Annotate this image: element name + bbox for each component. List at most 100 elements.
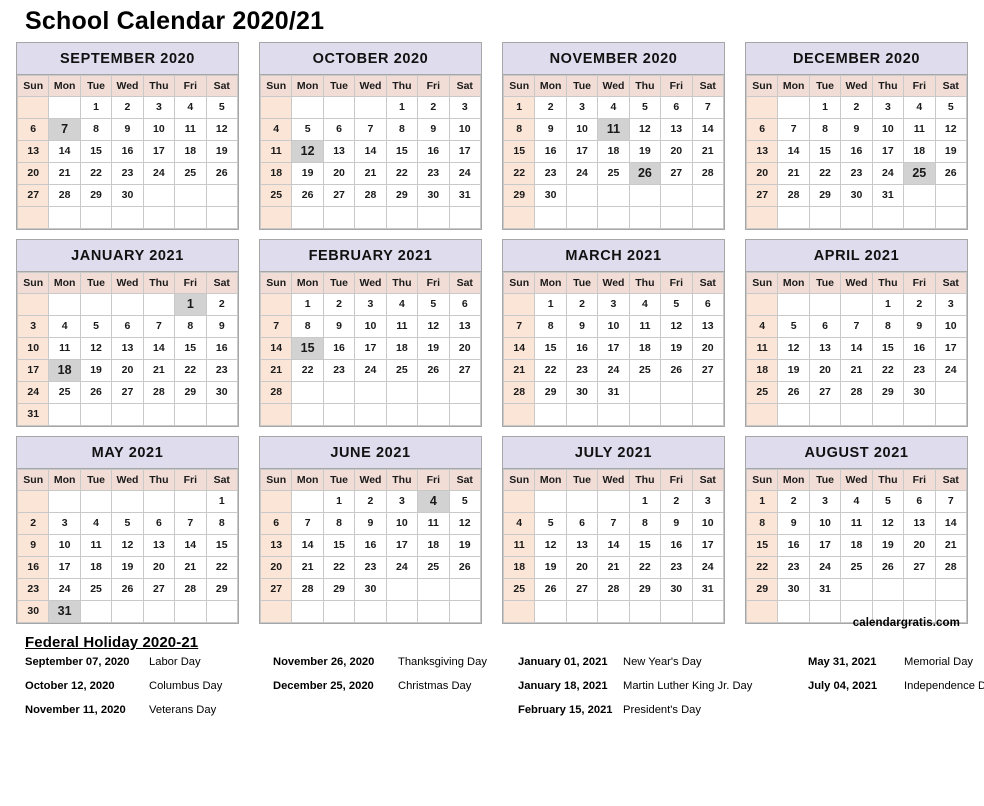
day-cell[interactable]: 25	[597, 161, 630, 185]
day-cell[interactable]: 14	[597, 533, 630, 557]
day-cell[interactable]: 21	[502, 358, 536, 382]
day-cell[interactable]: 29	[385, 183, 419, 207]
day-cell[interactable]: 24	[565, 161, 599, 185]
day-cell[interactable]: 22	[322, 555, 356, 579]
day-cell[interactable]: 1	[871, 292, 905, 316]
day-cell[interactable]: 14	[840, 336, 873, 360]
day-cell[interactable]: 30	[565, 380, 599, 404]
day-cell[interactable]: 11	[745, 336, 779, 360]
day-cell[interactable]: 25	[79, 577, 113, 601]
day-cell[interactable]: 15	[871, 336, 905, 360]
day-cell[interactable]: 29	[745, 577, 779, 601]
day-cell[interactable]: 12	[628, 117, 662, 141]
day-cell[interactable]: 5	[417, 292, 450, 316]
day-cell[interactable]: 12	[660, 314, 693, 338]
day-cell[interactable]: 24	[354, 358, 387, 382]
day-cell[interactable]: 7	[291, 511, 324, 535]
day-cell[interactable]: 23	[777, 555, 810, 579]
day-cell[interactable]: 20	[16, 161, 50, 185]
day-cell[interactable]: 23	[534, 161, 567, 185]
day-cell[interactable]: 9	[777, 511, 810, 535]
day-cell[interactable]: 10	[871, 117, 905, 141]
day-cell[interactable]: 16	[205, 336, 239, 360]
day-cell-holiday[interactable]: 11	[597, 117, 630, 141]
day-cell[interactable]: 7	[174, 511, 207, 535]
day-cell[interactable]: 11	[417, 511, 450, 535]
day-cell[interactable]: 26	[448, 555, 482, 579]
day-cell[interactable]: 18	[385, 336, 419, 360]
day-cell[interactable]: 26	[934, 161, 968, 185]
day-cell[interactable]: 22	[534, 358, 567, 382]
day-cell[interactable]: 22	[79, 161, 113, 185]
day-cell[interactable]: 23	[417, 161, 450, 185]
day-cell[interactable]: 29	[871, 380, 905, 404]
day-cell[interactable]: 30	[840, 183, 873, 207]
day-cell[interactable]: 28	[840, 380, 873, 404]
day-cell[interactable]: 6	[448, 292, 482, 316]
day-cell[interactable]: 9	[660, 511, 693, 535]
day-cell[interactable]: 18	[628, 336, 662, 360]
day-cell[interactable]: 7	[691, 95, 725, 119]
day-cell[interactable]: 15	[502, 139, 536, 163]
day-cell[interactable]: 17	[448, 139, 482, 163]
day-cell[interactable]: 27	[16, 183, 50, 207]
day-cell[interactable]: 9	[322, 314, 356, 338]
day-cell[interactable]: 8	[502, 117, 536, 141]
day-cell[interactable]: 22	[385, 161, 419, 185]
day-cell[interactable]: 15	[808, 139, 842, 163]
day-cell[interactable]: 13	[16, 139, 50, 163]
day-cell[interactable]: 27	[448, 358, 482, 382]
day-cell[interactable]: 18	[840, 533, 873, 557]
day-cell[interactable]: 6	[808, 314, 842, 338]
day-cell[interactable]: 22	[205, 555, 239, 579]
day-cell[interactable]: 4	[840, 489, 873, 513]
day-cell[interactable]: 24	[808, 555, 842, 579]
day-cell[interactable]: 1	[628, 489, 662, 513]
day-cell[interactable]: 13	[903, 511, 936, 535]
day-cell[interactable]: 27	[903, 555, 936, 579]
day-cell[interactable]: 1	[205, 489, 239, 513]
day-cell[interactable]: 28	[777, 183, 810, 207]
day-cell[interactable]: 22	[871, 358, 905, 382]
day-cell[interactable]: 10	[448, 117, 482, 141]
day-cell[interactable]: 24	[385, 555, 419, 579]
day-cell[interactable]: 15	[745, 533, 779, 557]
day-cell[interactable]: 3	[597, 292, 630, 316]
day-cell[interactable]: 11	[174, 117, 207, 141]
day-cell[interactable]: 18	[259, 161, 293, 185]
day-cell[interactable]: 28	[142, 380, 176, 404]
day-cell[interactable]: 21	[354, 161, 387, 185]
day-cell[interactable]: 19	[111, 555, 144, 579]
day-cell[interactable]: 11	[259, 139, 293, 163]
day-cell[interactable]: 27	[691, 358, 725, 382]
day-cell[interactable]: 10	[565, 117, 599, 141]
day-cell[interactable]: 6	[322, 117, 356, 141]
day-cell[interactable]: 31	[16, 402, 50, 426]
day-cell[interactable]: 31	[691, 577, 725, 601]
day-cell[interactable]: 10	[354, 314, 387, 338]
day-cell[interactable]: 8	[871, 314, 905, 338]
day-cell[interactable]: 1	[291, 292, 324, 316]
day-cell[interactable]: 2	[565, 292, 599, 316]
day-cell[interactable]: 12	[448, 511, 482, 535]
day-cell[interactable]: 17	[354, 336, 387, 360]
day-cell[interactable]: 20	[111, 358, 144, 382]
day-cell[interactable]: 26	[777, 380, 810, 404]
day-cell[interactable]: 12	[205, 117, 239, 141]
day-cell[interactable]: 8	[745, 511, 779, 535]
day-cell[interactable]: 17	[691, 533, 725, 557]
day-cell[interactable]: 27	[745, 183, 779, 207]
day-cell[interactable]: 31	[597, 380, 630, 404]
day-cell[interactable]: 21	[142, 358, 176, 382]
day-cell[interactable]: 20	[691, 336, 725, 360]
day-cell[interactable]: 22	[174, 358, 207, 382]
day-cell[interactable]: 20	[565, 555, 599, 579]
day-cell[interactable]: 15	[79, 139, 113, 163]
day-cell[interactable]: 17	[16, 358, 50, 382]
day-cell[interactable]: 19	[448, 533, 482, 557]
day-cell[interactable]: 2	[111, 95, 144, 119]
day-cell[interactable]: 16	[840, 139, 873, 163]
day-cell[interactable]: 13	[745, 139, 779, 163]
day-cell[interactable]: 14	[142, 336, 176, 360]
day-cell[interactable]: 14	[691, 117, 725, 141]
